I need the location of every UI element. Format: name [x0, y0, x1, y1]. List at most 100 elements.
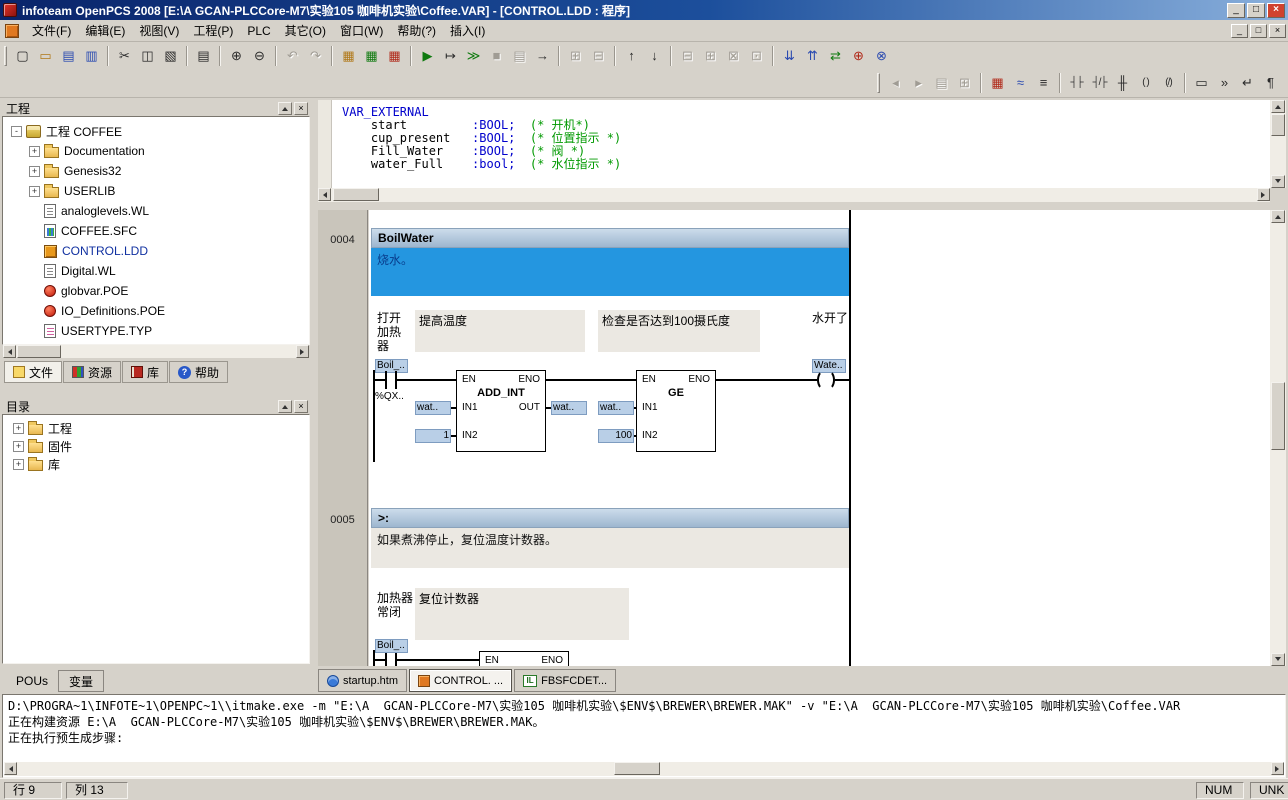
contact-symbol[interactable] — [385, 653, 387, 666]
menu-file[interactable]: 文件(F) — [25, 19, 78, 42]
network-title-bar[interactable]: BoilWater — [371, 228, 849, 248]
scroll-up-button[interactable] — [1271, 100, 1285, 113]
menu-window[interactable]: 窗口(W) — [333, 19, 390, 42]
project-tree-hscrollbar[interactable] — [3, 345, 309, 358]
tree-expand-icon[interactable]: + — [29, 185, 40, 197]
tree-item-digital-wl[interactable]: Digital.WL — [3, 261, 309, 281]
child-restore-button[interactable]: □ — [1250, 23, 1267, 38]
function-block-add-int[interactable]: EN ENO ADD_INT IN1 OUT IN2 — [456, 370, 546, 452]
call-stack-icon[interactable]: ▤ — [508, 45, 531, 67]
scroll-down-button[interactable] — [1271, 653, 1285, 666]
build-output-panel[interactable]: D:\PROGRA~1\INFOTE~1\OPENPC~1\\itmake.ex… — [2, 694, 1286, 778]
contact-symbol[interactable] — [385, 371, 387, 389]
ladder-vscrollbar[interactable] — [1270, 210, 1286, 666]
menu-others[interactable]: 其它(O) — [278, 19, 333, 42]
scroll-thumb[interactable] — [17, 345, 61, 358]
upload-icon[interactable]: ⇈ — [801, 45, 824, 67]
print-icon[interactable]: ▤ — [192, 45, 215, 67]
ladder-editor-canvas[interactable]: BoilWater 烧水。 打开加热器 提高温度 检查是否达到100摄氏度 水开… — [369, 210, 1270, 666]
scroll-thumb[interactable] — [333, 188, 379, 201]
io-editor-icon[interactable]: ▦ — [986, 72, 1009, 94]
menu-edit[interactable]: 编辑(E) — [78, 19, 132, 42]
step-icon[interactable]: ↦ — [439, 45, 462, 67]
app-icon[interactable] — [3, 3, 17, 17]
function-block-partial[interactable]: EN ENO — [479, 651, 569, 666]
tab-pous[interactable]: POUs — [6, 670, 58, 692]
doc-tab-startup[interactable]: startup.htm — [318, 669, 408, 692]
menu-view[interactable]: 视图(V) — [132, 19, 186, 42]
variable-editor[interactable]: VAR_EXTERNAL start :BOOL; (* 开机*) cup_pr… — [318, 100, 1270, 188]
panel-close-icon[interactable]: × — [294, 399, 308, 413]
tab-files[interactable]: 文件 — [4, 361, 63, 383]
comment-cell[interactable]: 提高温度 — [415, 310, 585, 352]
tree-item-coffee-sfc[interactable]: COFFEE.SFC — [3, 221, 309, 241]
tree-item-control-ldd[interactable]: CONTROL.LDD — [3, 241, 309, 261]
panel-collapse-icon[interactable] — [278, 101, 292, 115]
new-file-icon[interactable]: ▢ — [11, 45, 34, 67]
menu-project[interactable]: 工程(P) — [186, 19, 240, 42]
tree-item-catalog-firmware[interactable]: + 固件 — [3, 437, 309, 455]
window-layout-1-icon[interactable]: ⊟ — [676, 45, 699, 67]
mdi-document-icon[interactable] — [5, 23, 19, 38]
forward-icon[interactable]: ▸ — [907, 72, 930, 94]
back-icon[interactable]: ◂ — [884, 72, 907, 94]
network-list-icon[interactable]: ≡ — [1032, 72, 1055, 94]
insert-negated-contact-icon[interactable]: ┤/├ — [1088, 72, 1111, 94]
tab-variables[interactable]: 变量 — [58, 670, 105, 692]
page-overview-icon[interactable]: ▤ — [930, 72, 953, 94]
network-title-bar[interactable]: >: — [371, 508, 849, 528]
toolbar-grip[interactable] — [877, 73, 880, 93]
paste-icon[interactable]: ▧ — [159, 45, 182, 67]
project-tree[interactable]: - 工程 COFFEE + Documentation + Genesis32 … — [2, 116, 310, 345]
function-block-ge[interactable]: EN ENO GE IN1 IN2 — [636, 370, 716, 452]
save-icon[interactable]: ▤ — [57, 45, 80, 67]
zoom-out-icon[interactable]: ⊖ — [248, 45, 271, 67]
scroll-down-button[interactable] — [1271, 175, 1285, 188]
operand-box[interactable]: 1 — [415, 429, 451, 443]
scroll-up-button[interactable] — [1271, 210, 1285, 223]
cut-icon[interactable]: ✂ — [113, 45, 136, 67]
move-down-icon[interactable]: ↓ — [643, 45, 666, 67]
network-comment-cell[interactable]: 烧水。 — [371, 248, 849, 296]
insert-contact-icon[interactable]: ┤├ — [1065, 72, 1088, 94]
menu-plc[interactable]: PLC — [240, 21, 277, 41]
directory-panel-header[interactable]: 目录 × — [2, 398, 310, 414]
window-layout-3-icon[interactable]: ⊠ — [722, 45, 745, 67]
tree-expand-icon[interactable]: + — [13, 458, 24, 470]
code-hscrollbar[interactable] — [318, 188, 1270, 202]
contact-operand-label[interactable]: Boil_.. — [375, 359, 408, 373]
coil-comment[interactable]: 水开了 — [812, 311, 848, 325]
goto-icon[interactable]: → — [531, 45, 554, 67]
online-icon[interactable]: ⊕ — [847, 45, 870, 67]
contact-comment[interactable]: 加热器常闭 — [377, 591, 413, 619]
undo-icon[interactable]: ↶ — [281, 45, 304, 67]
project-panel-header[interactable]: 工程 × — [2, 100, 310, 116]
stop-icon[interactable]: ■ — [485, 45, 508, 67]
scroll-left-button[interactable] — [3, 345, 16, 358]
rung-number[interactable]: 0005 — [318, 514, 367, 526]
tree-expand-icon[interactable]: - — [11, 125, 22, 137]
scroll-thumb[interactable] — [614, 762, 660, 775]
tree-item-userlib[interactable]: + USERLIB — [3, 181, 309, 201]
run-icon[interactable]: ▶ — [416, 45, 439, 67]
save-all-icon[interactable]: ▥ — [80, 45, 103, 67]
tree-item-io-definitions-poe[interactable]: IO_Definitions.POE — [3, 301, 309, 321]
watch-window-icon[interactable]: ⊞ — [953, 72, 976, 94]
close-button[interactable]: × — [1267, 2, 1285, 18]
panel-close-icon[interactable]: × — [294, 101, 308, 115]
scroll-left-button[interactable] — [318, 188, 331, 201]
tree-expand-icon[interactable]: + — [13, 440, 24, 452]
move-up-icon[interactable]: ↑ — [620, 45, 643, 67]
output-hscrollbar[interactable] — [4, 762, 1284, 776]
tree-expand-icon[interactable]: + — [29, 145, 40, 157]
child-close-button[interactable]: × — [1269, 23, 1286, 38]
child-minimize-button[interactable]: _ — [1231, 23, 1248, 38]
insert-function-block-icon[interactable]: ▭ — [1190, 72, 1213, 94]
coil-symbol[interactable] — [821, 370, 835, 390]
offline-icon[interactable]: ⊗ — [870, 45, 893, 67]
network-comment-cell[interactable]: 如果煮沸停止，复位温度计数器。 — [371, 528, 849, 568]
code-vscrollbar[interactable] — [1270, 100, 1286, 188]
scroll-left-button[interactable] — [4, 762, 17, 775]
tab-resources[interactable]: 资源 — [63, 361, 122, 383]
window-layout-2-icon[interactable]: ⊞ — [699, 45, 722, 67]
